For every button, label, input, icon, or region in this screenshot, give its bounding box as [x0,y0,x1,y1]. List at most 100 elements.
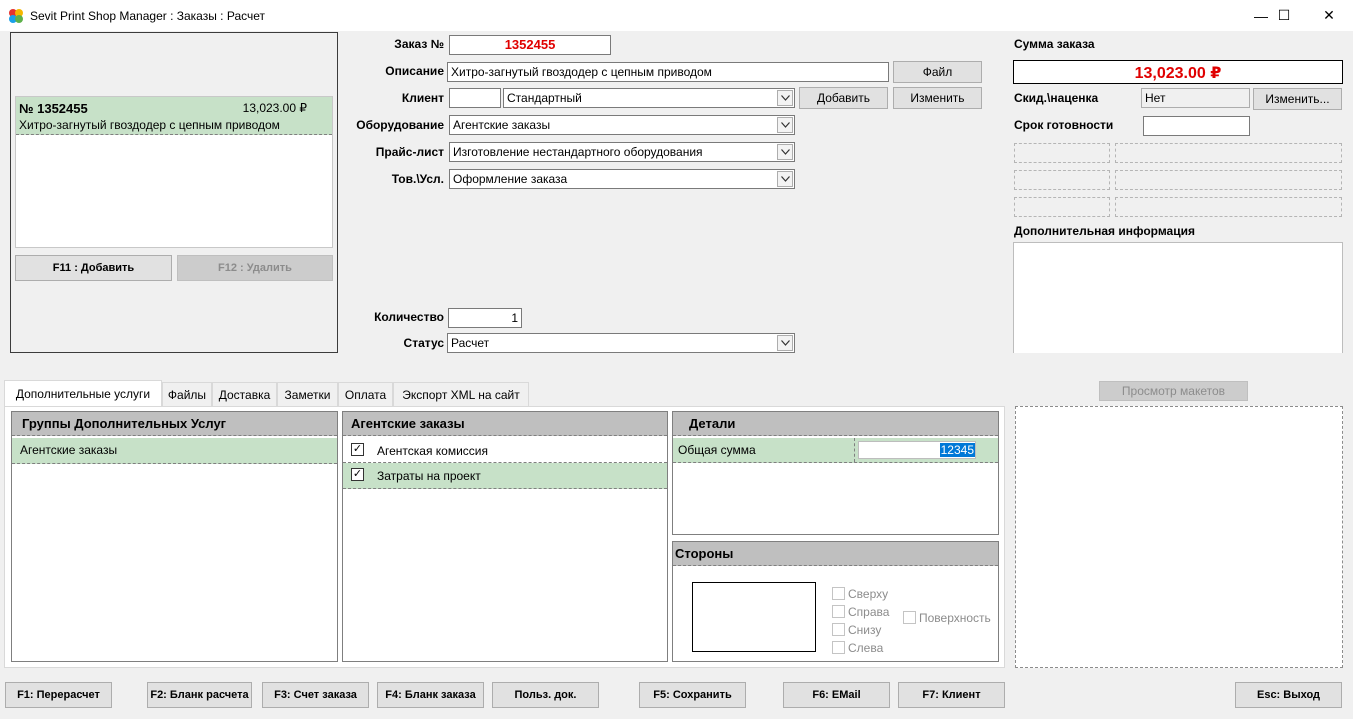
service-label: Затраты на проект [377,469,481,483]
details-input[interactable]: 12345 [858,441,976,459]
total-label: Сумма заказа [1014,37,1095,51]
order-form-button[interactable]: F4: Бланк заказа [377,682,484,708]
save-button[interactable]: F5: Сохранить [639,682,746,708]
column-divider [854,438,855,462]
email-button[interactable]: F6: EMail [783,682,890,708]
services-header: Агентские заказы [343,412,667,436]
chevron-down-icon[interactable] [777,90,793,106]
deadline-label: Срок готовности [1014,118,1114,132]
sides-panel: Стороны Сверху Справа Снизу Слева Поверх… [672,541,999,662]
product-select[interactable]: Оформление заказа [449,169,795,189]
order-list-panel: № 1352455 13,023.00 ₽ Хитро-загнутый гво… [10,32,338,353]
user-docs-button[interactable]: Польз. док. [492,682,599,708]
extra-slot [1014,143,1110,163]
list-item[interactable]: № 1352455 13,023.00 ₽ Хитро-загнутый гво… [16,97,332,135]
close-button[interactable]: ✕ [1306,0,1352,31]
tab-files[interactable]: Файлы [162,382,212,406]
extra-slot [1115,143,1342,163]
table-row[interactable]: Общая сумма 12345 [673,438,998,463]
close-icon: ✕ [1323,7,1335,23]
client-label: Клиент [401,91,444,105]
client-button[interactable]: F7: Клиент [898,682,1005,708]
order-number: № 1352455 [19,101,88,116]
details-label: Общая сумма [678,443,756,457]
preview-layouts-button[interactable]: Просмотр макетов [1099,381,1248,401]
list-item[interactable]: ✓ Затраты на проект [343,463,667,489]
extra-slot [1115,197,1342,217]
description-label: Описание [385,64,444,78]
order-amount: 13,023.00 ₽ [242,101,307,115]
chevron-down-icon[interactable] [777,144,793,160]
exit-button[interactable]: Esc: Выход [1235,682,1342,708]
discount-change-button[interactable]: Изменить... [1253,88,1342,110]
invoice-button[interactable]: F3: Счет заказа [262,682,369,708]
client-code-field[interactable] [449,88,501,108]
details-panel: Детали Общая сумма 12345 [672,411,999,535]
extra-info-textarea[interactable] [1013,242,1343,353]
surface-label: Поверхность [919,611,991,625]
status-select-value: Расчет [451,336,490,350]
status-label: Статус [403,336,444,350]
file-button[interactable]: Файл [893,61,982,83]
order-description: Хитро-загнутый гвоздодер с цепным привод… [19,118,280,132]
edit-client-button[interactable]: Изменить [893,87,982,109]
add-order-button[interactable]: F11 : Добавить [15,255,172,281]
services-panel: Агентские заказы ✓ Агентская комиссия ✓ … [342,411,668,662]
checkbox-left[interactable] [832,641,845,654]
details-header: Детали [673,412,998,436]
checkbox-right[interactable] [832,605,845,618]
side-label: Справа [848,605,890,619]
tab-notes[interactable]: Заметки [277,382,338,406]
list-item[interactable]: Агентские заказы [12,438,337,464]
extra-info-label: Дополнительная информация [1014,224,1195,238]
maximize-button[interactable]: ☐ [1261,0,1307,31]
deadline-field[interactable] [1143,116,1250,136]
client-select-value: Стандартный [507,91,582,105]
tab-payment[interactable]: Оплата [338,382,393,406]
groups-header: Группы Дополнительных Услуг [12,412,337,436]
chevron-down-icon[interactable] [777,117,793,133]
tab-additional-services[interactable]: Дополнительные услуги [4,380,162,407]
order-no-field[interactable]: 1352455 [449,35,611,55]
delete-order-button[interactable]: F12 : Удалить [177,255,333,281]
client-select[interactable]: Стандартный [503,88,795,108]
checkbox-top[interactable] [832,587,845,600]
layout-preview-area [1015,406,1343,668]
maximize-icon: ☐ [1277,7,1291,23]
checkmark-icon: ✓ [352,468,363,480]
chevron-down-icon[interactable] [777,171,793,187]
order-no-label: Заказ № [394,37,444,51]
service-label: Агентская комиссия [377,444,489,458]
discount-label: Скид.\наценка [1014,91,1099,105]
add-client-button[interactable]: Добавить [799,87,888,109]
side-label: Сверху [848,587,889,601]
equipment-select[interactable]: Агентские заказы [449,115,795,135]
checkbox-bottom[interactable] [832,623,845,636]
details-value: 12345 [939,443,975,457]
recalc-button[interactable]: F1: Перерасчет [5,682,112,708]
product-select-value: Оформление заказа [453,172,568,186]
checkbox-surface[interactable] [903,611,916,624]
checkbox[interactable]: ✓ [351,468,364,481]
checkbox[interactable]: ✓ [351,443,364,456]
pricelist-label: Прайс-лист [375,145,444,159]
order-list[interactable]: № 1352455 13,023.00 ₽ Хитро-загнутый гво… [15,96,333,248]
sides-preview [692,582,816,652]
window-title: Sevit Print Shop Manager : Заказы : Расч… [30,9,266,23]
product-label: Тов.\Усл. [391,172,444,186]
tab-delivery[interactable]: Доставка [212,382,277,406]
list-item[interactable]: ✓ Агентская комиссия [343,438,667,463]
status-select[interactable]: Расчет [447,333,795,353]
quantity-label: Количество [374,310,444,324]
total-value: 13,023.00 ₽ [1013,60,1343,84]
pricelist-select[interactable]: Изготовление нестандартного оборудования [449,142,795,162]
discount-field[interactable]: Нет [1141,88,1250,108]
chevron-down-icon[interactable] [777,335,793,351]
description-field[interactable]: Хитро-загнутый гвоздодер с цепным привод… [447,62,889,82]
side-label: Снизу [848,623,882,637]
equipment-label: Оборудование [356,118,444,132]
quantity-field[interactable]: 1 [448,308,522,328]
sides-header: Стороны [673,542,998,566]
calc-form-button[interactable]: F2: Бланк расчета [147,682,252,708]
tab-xml-export[interactable]: Экспорт XML на сайт [393,382,529,406]
